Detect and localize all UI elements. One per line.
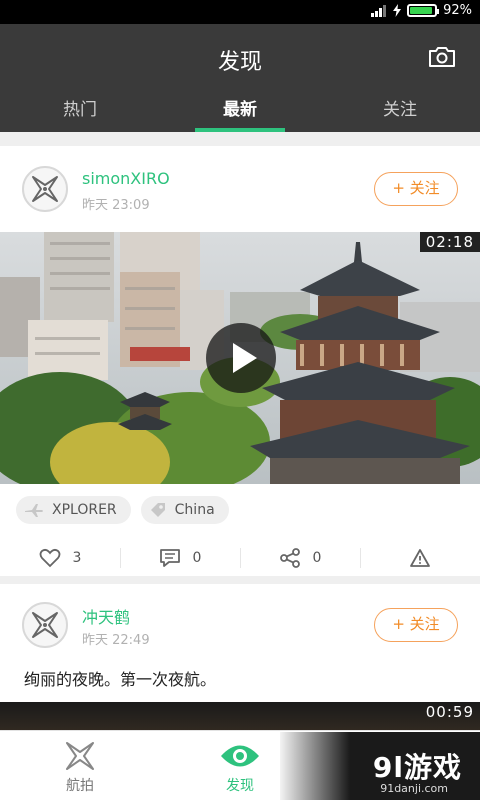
drone-avatar-icon [32, 612, 58, 638]
video-duration: 00:59 [425, 703, 474, 721]
tab-bar: 热门 最新 关注 [0, 92, 480, 132]
play-button[interactable] [205, 322, 277, 394]
site-watermark: 9l游戏 91danji.com [280, 732, 480, 800]
camera-button[interactable] [428, 46, 458, 72]
post-action-bar: 3 0 0 [0, 540, 480, 576]
share-count: 0 [312, 550, 322, 566]
airplane-icon [25, 504, 43, 517]
follow-button[interactable]: + 关注 [374, 608, 458, 642]
comment-button[interactable]: 0 [120, 540, 240, 576]
nav-discover-label: 发现 [226, 778, 254, 794]
comment-count: 0 [192, 550, 202, 566]
active-tab-indicator [195, 128, 285, 132]
tab-hot[interactable]: 热门 [0, 92, 160, 132]
tag-location[interactable]: China [140, 496, 229, 524]
post-username[interactable]: simonXIRO [82, 169, 170, 188]
report-button[interactable] [360, 540, 480, 576]
app-header: 发现 热门 最新 关注 [0, 24, 480, 132]
comment-icon [159, 549, 180, 567]
post-card: simonXIRO 昨天 23:09 + 关注 02:18 XPLORER Ch… [0, 146, 480, 576]
battery-icon [407, 4, 440, 17]
nav-aerial-label: 航拍 [66, 778, 94, 794]
tab-latest[interactable]: 最新 [160, 92, 320, 132]
play-icon [206, 323, 276, 393]
post-username[interactable]: 冲天鹤 [82, 604, 130, 628]
watermark-url: 91danji.com [380, 782, 448, 795]
nav-aerial[interactable]: 航拍 [0, 731, 160, 800]
signal-icon [371, 4, 387, 17]
location-tag-icon [150, 503, 165, 517]
post-time: 昨天 23:09 [82, 198, 150, 213]
status-bar: 92% [0, 0, 480, 24]
warning-icon [410, 549, 430, 567]
share-button[interactable]: 0 [240, 540, 360, 576]
status-indicators: 92% [371, 3, 472, 18]
video-thumbnail[interactable]: 02:18 [0, 232, 480, 484]
charging-icon [393, 4, 402, 17]
camera-icon [429, 47, 455, 67]
battery-level-fill [410, 7, 433, 14]
drone-icon [66, 742, 94, 770]
share-icon [279, 548, 300, 568]
eye-icon [221, 745, 259, 767]
tab-following[interactable]: 关注 [320, 92, 480, 132]
like-count: 3 [72, 550, 82, 566]
avatar[interactable] [22, 602, 68, 648]
tag-device[interactable]: XPLORER [16, 496, 131, 524]
avatar[interactable] [22, 166, 68, 212]
like-button[interactable]: 3 [0, 540, 120, 576]
heart-icon [39, 548, 60, 568]
page-title: 发现 [217, 50, 262, 75]
watermark-logo: 9l游戏 [372, 751, 462, 784]
battery-percentage: 92% [443, 3, 472, 18]
follow-button[interactable]: + 关注 [374, 172, 458, 206]
video-duration: 02:18 [419, 232, 480, 252]
post-caption: 绚丽的夜晚。第一次夜航。 [24, 670, 217, 689]
post-card: 冲天鹤 昨天 22:49 + 关注 绚丽的夜晚。第一次夜航。 00:59 [0, 584, 480, 744]
drone-avatar-icon [32, 176, 58, 202]
post-time: 昨天 22:49 [82, 633, 150, 648]
tag-list: XPLORER China [16, 496, 229, 524]
